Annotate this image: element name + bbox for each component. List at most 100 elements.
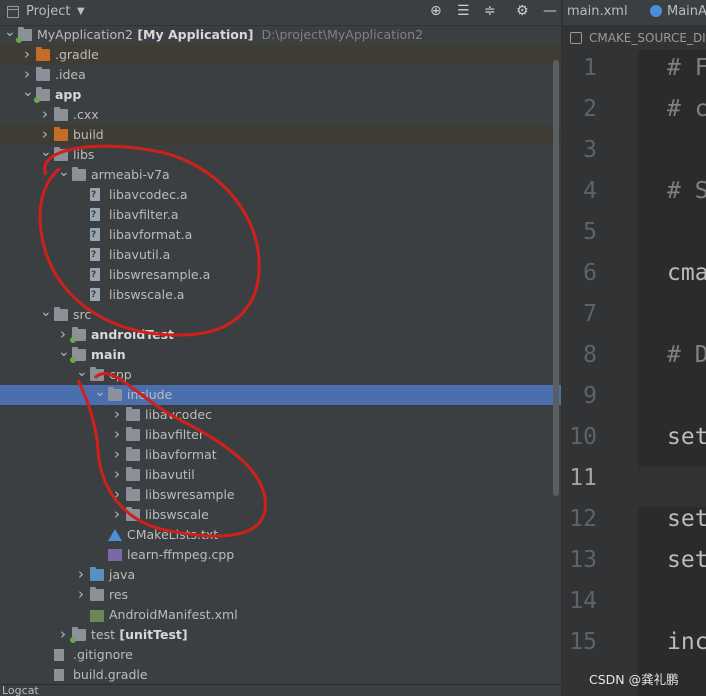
code-line[interactable]: inc	[667, 629, 706, 655]
tree-row[interactable]: ⌄ main	[0, 345, 561, 365]
tree-row[interactable]: ⌄ app	[0, 85, 561, 105]
chevron-down-icon[interactable]: ⌄	[40, 145, 52, 165]
tree-row[interactable]: › libavcodec	[0, 405, 561, 425]
collapse-all-icon[interactable]: ☰	[457, 3, 470, 19]
cpp-file-icon	[108, 549, 122, 561]
tree-row[interactable]: › androidTest	[0, 325, 561, 345]
breadcrumb[interactable]: CMAKE_SOURCE_DI	[563, 26, 706, 50]
tree-row-label: libs	[73, 147, 95, 162]
tree-row[interactable]: libavformat.a	[0, 225, 561, 245]
chevron-down-icon[interactable]: ⌄	[4, 25, 16, 45]
expand-all-icon[interactable]: ≑	[484, 3, 496, 19]
tree-row-label: androidTest	[91, 327, 175, 342]
chevron-right-icon[interactable]: ›	[112, 425, 122, 445]
tree-row[interactable]: › build	[0, 125, 561, 145]
status-bar: Logcat	[0, 684, 561, 696]
tree-row-label: main	[91, 347, 126, 362]
tree-row[interactable]: › .gradle	[0, 45, 561, 65]
tree-row[interactable]: › .idea	[0, 65, 561, 85]
line-number: 1	[583, 55, 597, 81]
chevron-right-icon[interactable]: ›	[112, 485, 122, 505]
tree-row[interactable]: › libavformat	[0, 445, 561, 465]
chevron-right-icon[interactable]: ›	[40, 105, 50, 125]
project-view-title[interactable]: Project	[26, 4, 70, 19]
code-line[interactable]: set	[667, 547, 706, 573]
tree-row[interactable]: › libswscale	[0, 505, 561, 525]
tree-row[interactable]: › java	[0, 565, 561, 585]
tree-row[interactable]: › .cxx	[0, 105, 561, 125]
tree-row-label: armeabi-v7a	[91, 167, 170, 182]
tree-row[interactable]: .gitignore	[0, 645, 561, 665]
project-view-icon[interactable]	[7, 6, 19, 18]
tree-row[interactable]: › libswresample	[0, 485, 561, 505]
chevron-right-icon[interactable]: ›	[112, 445, 122, 465]
tree-row[interactable]: libswscale.a	[0, 285, 561, 305]
chevron-down-icon[interactable]: ⌄	[94, 385, 106, 405]
manifest-file-icon	[90, 610, 104, 622]
watermark: CSDN @龚礼鹏	[589, 672, 679, 687]
tree-row-label: libavcodec.a	[109, 187, 188, 202]
tree-row[interactable]: ⌄ cpp	[0, 365, 561, 385]
minimize-icon[interactable]: —	[543, 3, 557, 19]
code-line[interactable]: # S	[667, 178, 706, 204]
tree-row-label: libswscale	[145, 507, 209, 522]
tree-row-label: libavcodec	[145, 407, 212, 422]
code-line[interactable]: set	[667, 506, 706, 532]
tree-row[interactable]: ⌄ armeabi-v7a	[0, 165, 561, 185]
tree-row-label: res	[109, 587, 129, 602]
tree-row[interactable]: › test [unitTest]	[0, 625, 561, 645]
tree-row[interactable]: libswresample.a	[0, 265, 561, 285]
tab-main-activity[interactable]: MainA	[667, 4, 706, 19]
code-line[interactable]: # F	[667, 55, 706, 81]
tree-row-label: include	[127, 387, 173, 402]
tree-row[interactable]: ⌄ src	[0, 305, 561, 325]
chevron-right-icon[interactable]: ›	[58, 625, 68, 645]
line-number: 12	[569, 506, 597, 532]
chevron-down-icon[interactable]: ⌄	[58, 345, 70, 365]
tree-row-label: libavformat	[145, 447, 217, 462]
tree-row[interactable]: › libavfilter	[0, 425, 561, 445]
chevron-right-icon[interactable]: ›	[40, 125, 50, 145]
tree-row[interactable]: learn-ffmpeg.cpp	[0, 545, 561, 565]
project-scrollbar[interactable]	[553, 60, 559, 496]
code-line[interactable]: # c	[667, 96, 706, 122]
chevron-down-icon[interactable]: ⌄	[58, 165, 70, 185]
chevron-right-icon[interactable]: ›	[112, 465, 122, 485]
tab-main-xml[interactable]: main.xml	[567, 4, 628, 19]
chevron-right-icon[interactable]: ›	[58, 325, 68, 345]
tree-row[interactable]: ⌄ MyApplication2 [My Application] D:\proje…	[0, 25, 561, 45]
line-number: 4	[583, 178, 597, 204]
chevron-down-icon[interactable]: ▼	[77, 6, 85, 17]
tree-row[interactable]: libavutil.a	[0, 245, 561, 265]
chevron-right-icon[interactable]: ›	[76, 585, 86, 605]
tree-row[interactable]: libavcodec.a	[0, 185, 561, 205]
chevron-down-icon[interactable]: ⌄	[22, 85, 34, 105]
chevron-down-icon[interactable]: ⌄	[76, 365, 88, 385]
tree-row[interactable]: libavfilter.a	[0, 205, 561, 225]
chevron-right-icon[interactable]: ›	[112, 405, 122, 425]
tree-row[interactable]: › res	[0, 585, 561, 605]
tree-row-label: .gitignore	[73, 647, 133, 662]
tree-row[interactable]: build.gradle	[0, 665, 561, 685]
tree-row[interactable]: CMakeLists.txt	[0, 525, 561, 545]
chevron-right-icon[interactable]: ›	[112, 505, 122, 525]
code-line[interactable]: set	[667, 424, 706, 450]
tree-row-label: MyApplication2 [My Application] D:\projec…	[37, 27, 424, 42]
chevron-right-icon[interactable]: ›	[22, 65, 32, 85]
chevron-right-icon[interactable]: ›	[22, 45, 32, 65]
tree-row[interactable]: ⌄ include	[0, 385, 561, 405]
tree-row[interactable]: ⌄ libs	[0, 145, 561, 165]
code-line[interactable]: cma	[667, 260, 706, 286]
tree-row-label: libavfilter.a	[109, 207, 179, 222]
chevron-down-icon[interactable]: ⌄	[40, 305, 52, 325]
locate-icon[interactable]: ⊕	[430, 3, 442, 19]
logcat-tab[interactable]: Logcat	[2, 685, 39, 696]
line-number: 14	[569, 588, 597, 614]
code-line[interactable]: # D	[667, 342, 706, 368]
gear-icon[interactable]: ⚙	[516, 3, 529, 19]
unknown-file-icon	[90, 185, 100, 205]
chevron-right-icon[interactable]: ›	[76, 565, 86, 585]
tree-row[interactable]: AndroidManifest.xml	[0, 605, 561, 625]
tree-row[interactable]: › libavutil	[0, 465, 561, 485]
line-number-gutter: 1 2 3 4 5 6 7 8 9 10 11 12 13 14 15	[563, 50, 638, 696]
